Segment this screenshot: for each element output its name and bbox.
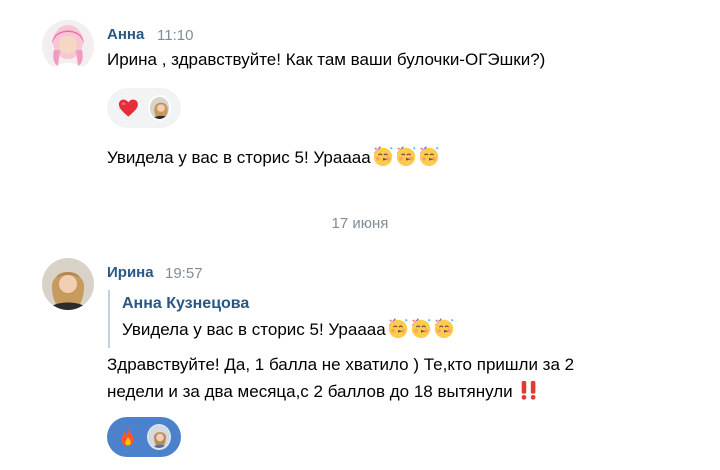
message-text: Здравствуйте! Да, 1 балла не хватило ) Т…	[107, 351, 627, 405]
message-timestamp[interactable]: 11:10	[157, 27, 193, 44]
message-author[interactable]: Ирина	[107, 264, 154, 281]
reply-quote-text-content: Увидела у вас в сторис 5! Ураааа	[122, 320, 386, 339]
reactor-avatar	[146, 424, 171, 450]
double-exclamation-emoji-icon	[518, 379, 540, 401]
message-text-followup: Увидела у вас в сторис 5! Ураааа	[107, 145, 440, 170]
reactor-avatar	[147, 95, 171, 121]
author-avatar[interactable]	[42, 258, 94, 310]
partying-face-emoji-icon	[387, 317, 409, 339]
message-text-followup-content: Увидела у вас в сторис 5! Ураааа	[107, 148, 371, 167]
partying-face-emoji-icon	[433, 317, 455, 339]
partying-face-emoji-icon	[418, 145, 440, 167]
avatar-image	[42, 258, 94, 310]
reply-quote[interactable]: Анна Кузнецова Увидела у вас в сторис 5!…	[108, 290, 610, 348]
message-text-content: Здравствуйте! Да, 1 балла не хватило ) Т…	[107, 355, 575, 401]
reply-quote-text: Увидела у вас в сторис 5! Ураааа	[122, 317, 455, 342]
reaction-pill-heart[interactable]	[107, 88, 181, 128]
reaction-pill-fire[interactable]	[107, 417, 181, 457]
date-separator: 17 июня	[331, 215, 389, 232]
author-avatar[interactable]	[42, 20, 94, 72]
partying-face-emoji-icon	[395, 145, 417, 167]
reply-quote-author: Анна Кузнецова	[122, 295, 250, 312]
partying-face-emoji-icon	[372, 145, 394, 167]
avatar-image	[42, 20, 94, 72]
partying-face-emoji-icon	[410, 317, 432, 339]
message-timestamp[interactable]: 19:57	[165, 265, 203, 282]
message-text: Ирина , здравствуйте! Как там ваши булоч…	[107, 50, 546, 69]
heart-emoji-icon	[117, 95, 140, 121]
message-author[interactable]: Анна	[107, 26, 144, 43]
fire-emoji-icon	[117, 425, 139, 449]
